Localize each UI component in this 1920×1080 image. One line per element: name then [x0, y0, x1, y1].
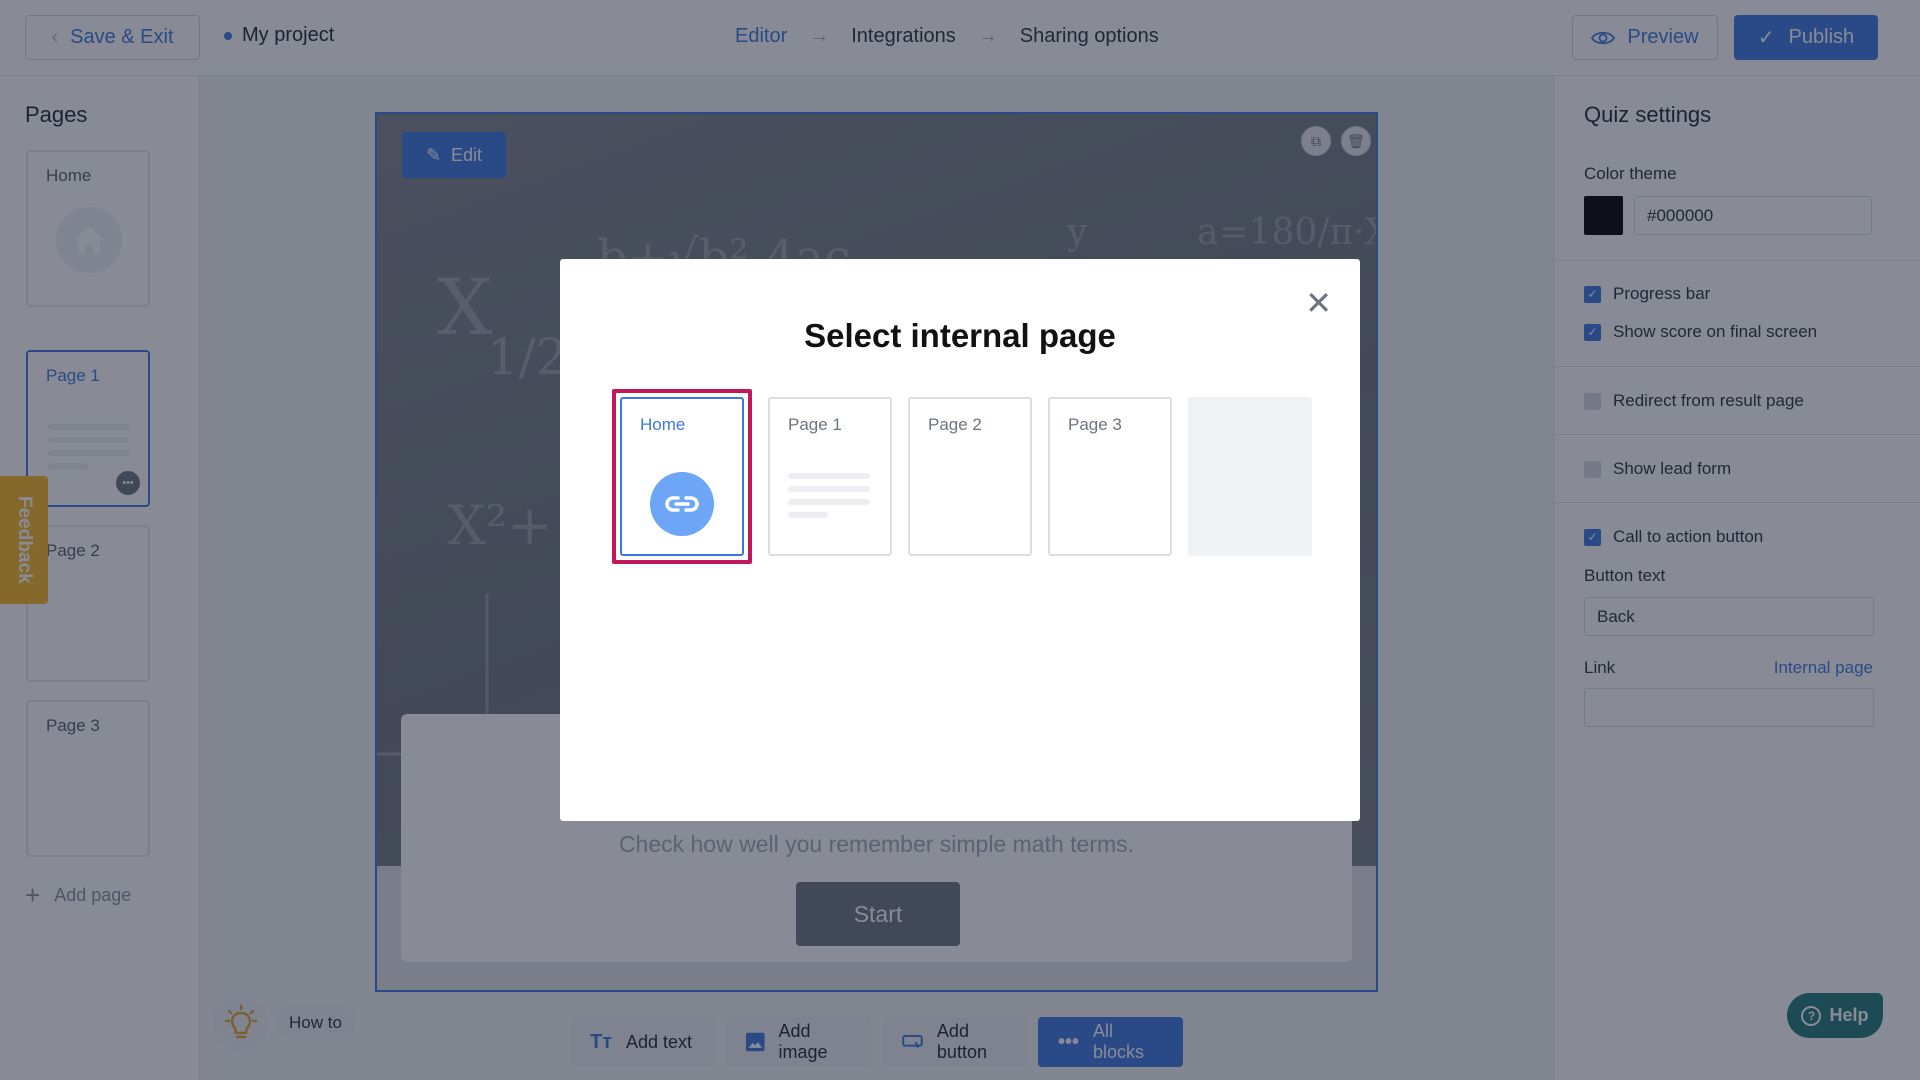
selection-highlight: Home [612, 389, 752, 564]
page-option-label: Home [640, 415, 686, 434]
page-option-label: Page 2 [928, 415, 982, 434]
page-option-page-1[interactable]: Page 1 [768, 397, 892, 556]
page-option-page-2[interactable]: Page 2 [908, 397, 1032, 556]
modal-title: Select internal page [804, 317, 1116, 354]
page-option-home[interactable]: Home [620, 397, 744, 556]
page-option-label: Page 1 [788, 415, 842, 434]
page-option-page-3[interactable]: Page 3 [1048, 397, 1172, 556]
link-icon [650, 472, 714, 536]
page-preview-lines [788, 473, 870, 525]
close-icon[interactable]: ✕ [1305, 287, 1332, 319]
page-option-placeholder [1188, 397, 1312, 556]
select-internal-page-modal: ✕ Select internal page Home Page 1 Page … [560, 259, 1360, 821]
page-option-label: Page 3 [1068, 415, 1122, 434]
page-options: Home Page 1 Page 2 Page 3 [612, 389, 1312, 564]
